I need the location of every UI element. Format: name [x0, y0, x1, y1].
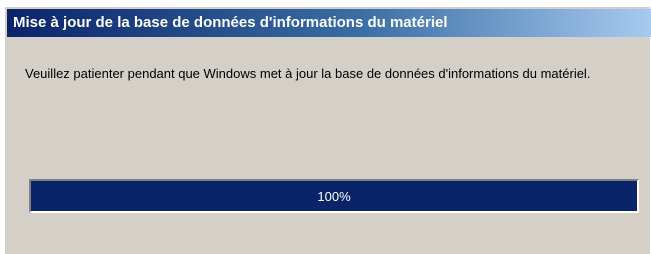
progress-label: 100%: [317, 188, 351, 204]
update-dialog: Mise à jour de la base de données d'info…: [4, 6, 651, 254]
status-message: Veuillez patienter pendant que Windows m…: [25, 66, 591, 81]
progress-bar: 100%: [29, 179, 639, 213]
dialog-title: Mise à jour de la base de données d'info…: [13, 14, 448, 31]
title-bar[interactable]: Mise à jour de la base de données d'info…: [7, 9, 651, 37]
